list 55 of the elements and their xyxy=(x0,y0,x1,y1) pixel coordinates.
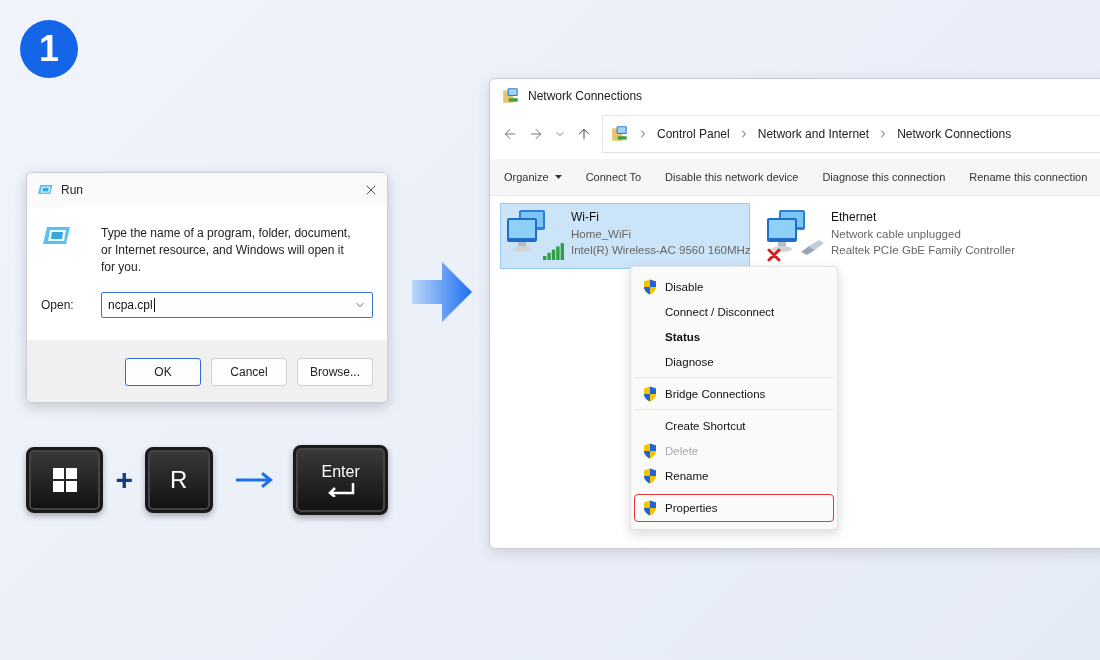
run-app-icon xyxy=(37,184,53,196)
plus-sign: + xyxy=(115,463,133,497)
menu-item[interactable]: Rename xyxy=(634,463,834,488)
dialog-button[interactable]: Browse... xyxy=(297,358,373,386)
dialog-title: Run xyxy=(61,183,84,197)
dialog-button[interactable]: OK xyxy=(125,358,201,386)
letter-key: R xyxy=(144,447,213,513)
connection-name: Ethernet xyxy=(831,210,878,224)
menu-item[interactable]: Properties xyxy=(634,494,834,522)
error-x-icon xyxy=(767,248,781,262)
connection-status: Network cable unplugged xyxy=(831,228,962,240)
network-folder-icon xyxy=(611,125,629,143)
menu-item[interactable]: Disable xyxy=(634,274,834,299)
forward-icon[interactable] xyxy=(528,126,544,142)
shield-icon xyxy=(643,467,657,484)
shield-icon xyxy=(643,385,657,402)
menu-item[interactable]: Status xyxy=(634,324,834,349)
run-program-icon xyxy=(41,225,71,246)
adapter-name: Realtek PCIe GbE Family Controller xyxy=(831,244,1016,256)
toolbar-button[interactable]: Diagnose this connection xyxy=(822,171,946,183)
window-title: Network Connections xyxy=(528,89,643,103)
menu-item[interactable]: Diagnose xyxy=(634,349,834,374)
up-icon[interactable] xyxy=(576,126,592,142)
step-number: 1 xyxy=(20,20,78,78)
enter-key: Enter xyxy=(293,445,388,515)
menu-item[interactable]: Bridge Connections xyxy=(634,381,834,406)
toolbar-button[interactable]: Disable this network device xyxy=(665,171,799,183)
open-label: Open: xyxy=(41,298,75,312)
large-arrow-icon xyxy=(412,262,472,322)
shield-icon xyxy=(643,278,657,295)
connection-status: Home_WiFi xyxy=(571,228,633,240)
signal-bars-icon xyxy=(543,242,565,260)
network-cable-icon xyxy=(799,238,825,256)
back-icon[interactable] xyxy=(502,126,518,142)
connection-item[interactable]: Wi-Fi Home_WiFi Intel(R) Wireless-AC 9560 160MHz xyxy=(500,203,750,269)
dialog-description: Type the name of a program, folder, document, or Internet resource, and Windows will open it for you. xyxy=(101,225,352,276)
shield-icon xyxy=(643,500,657,516)
adapter-name: Intel(R) Wireless-AC 9560 160MHz xyxy=(571,244,751,256)
menu-item[interactable]: Create Shortcut xyxy=(634,413,834,438)
dropdown-triangle-icon xyxy=(554,175,562,179)
breadcrumb-item[interactable]: Network Connections xyxy=(897,127,1012,141)
toolbar-button[interactable]: Connect To xyxy=(585,171,642,183)
connection-name: Wi-Fi xyxy=(571,210,600,224)
windows-logo-icon xyxy=(52,468,77,492)
menu-item[interactable]: Connect / Disconnect xyxy=(634,299,834,324)
dialog-button[interactable]: Cancel xyxy=(211,358,287,386)
address-bar[interactable]: Control Panel Network and Internet Network Connections xyxy=(602,115,1100,153)
arrow-icon xyxy=(234,471,274,489)
toolbar-button[interactable]: Rename this connection xyxy=(969,171,1088,183)
toolbar-button[interactable]: Organize xyxy=(504,171,562,183)
breadcrumb-item[interactable]: Network and Internet xyxy=(757,127,870,141)
network-folder-icon xyxy=(502,87,520,105)
open-field[interactable]: ncpa.cpl xyxy=(101,292,373,318)
shield-icon xyxy=(643,442,657,459)
breadcrumb-item[interactable]: Control Panel xyxy=(657,127,730,141)
